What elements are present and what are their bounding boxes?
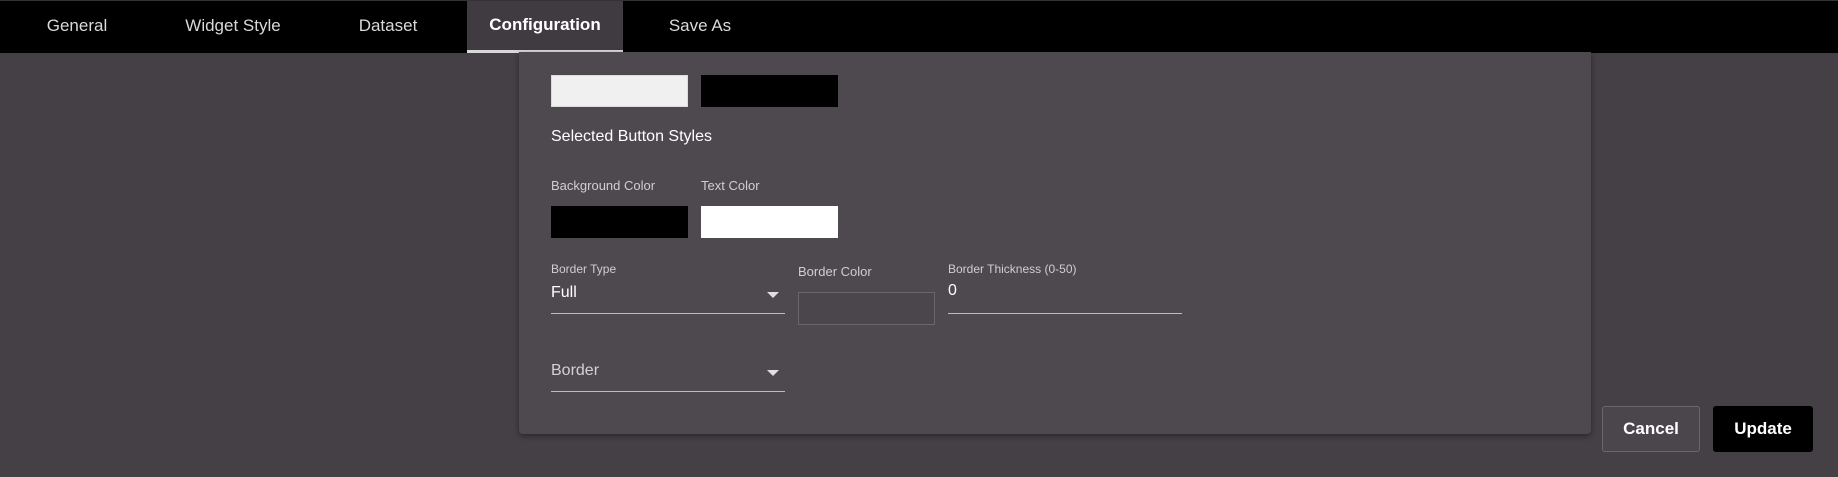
border-type-select[interactable]: Full — [551, 280, 785, 314]
border-select-placeholder: Border — [551, 362, 600, 379]
tab-dataset[interactable]: Dataset — [340, 1, 436, 53]
border-thickness-label: Border Thickness (0-50) — [948, 262, 1077, 276]
tab-configuration[interactable]: Configuration — [467, 1, 623, 53]
tab-general[interactable]: General — [30, 1, 124, 53]
unselected-background-color-swatch[interactable] — [551, 75, 688, 107]
border-color-swatch[interactable] — [798, 292, 935, 325]
update-button[interactable]: Update — [1713, 406, 1813, 452]
border-thickness-input-wrap — [948, 280, 1182, 314]
selected-button-styles-title: Selected Button Styles — [551, 128, 712, 145]
tab-save-as[interactable]: Save As — [658, 1, 742, 53]
selected-background-color-swatch[interactable] — [551, 206, 688, 238]
chevron-down-icon — [767, 370, 779, 376]
tab-bar: General Widget Style Dataset Configurati… — [0, 0, 1838, 53]
selected-text-color-swatch[interactable] — [701, 206, 838, 238]
border-color-label: Border Color — [798, 264, 872, 279]
border-select[interactable]: Border — [551, 358, 785, 392]
unselected-text-color-swatch[interactable] — [701, 75, 838, 107]
chevron-down-icon — [767, 292, 779, 298]
background-color-label: Background Color — [551, 178, 656, 193]
tab-widget-style[interactable]: Widget Style — [170, 1, 296, 53]
border-type-label: Border Type — [551, 262, 617, 276]
border-thickness-input[interactable] — [948, 282, 1182, 300]
text-color-label: Text Color — [701, 178, 760, 193]
cancel-button[interactable]: Cancel — [1602, 406, 1700, 452]
configuration-panel: Selected Button Styles Background Color … — [519, 52, 1591, 434]
border-type-value: Full — [551, 284, 577, 301]
